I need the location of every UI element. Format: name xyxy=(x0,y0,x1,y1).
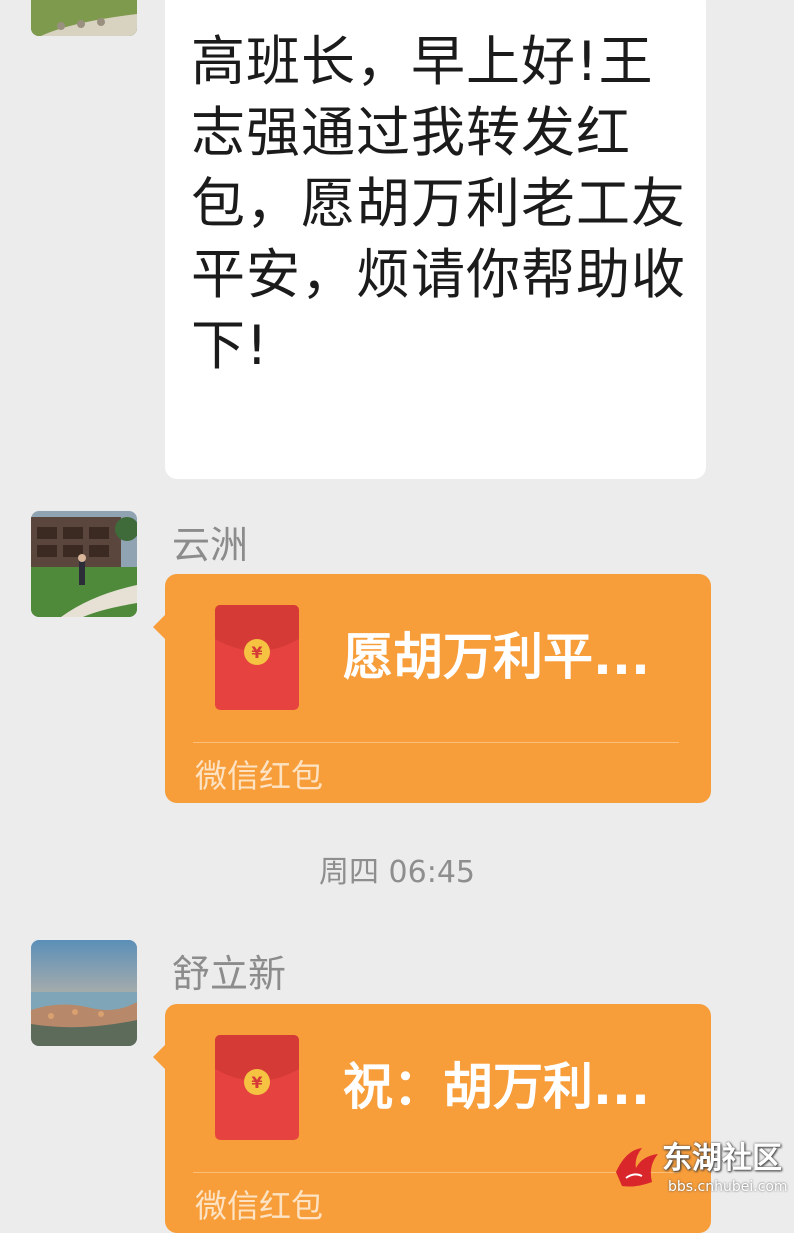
bubble-tail xyxy=(153,1044,166,1070)
chat-timestamp: 周四 06:45 xyxy=(319,855,475,890)
svg-text:¥: ¥ xyxy=(251,1073,262,1092)
red-packet-title: 祝：胡万利... xyxy=(343,1058,650,1116)
red-packet-card[interactable]: ¥ 愿胡万利平... 微信红包 xyxy=(153,574,711,803)
red-envelope-icon: ¥ xyxy=(215,605,299,710)
red-packet-label: 微信红包 xyxy=(195,757,324,795)
message-text: 高班长，早上好!王志强通过我转发红包，愿胡万利老工友平安，烦请你帮助收下! xyxy=(191,30,686,377)
avatar-shulixin[interactable] xyxy=(31,940,137,1046)
watermark-name: 东湖社区 xyxy=(662,1141,782,1176)
svg-text:¥: ¥ xyxy=(251,643,262,662)
sender-name: 云洲 xyxy=(172,523,249,567)
avatar-top-partial[interactable] xyxy=(31,0,137,36)
divider xyxy=(193,742,679,743)
divider xyxy=(193,1172,679,1173)
watermark-url: bbs.cnhubei.com xyxy=(668,1179,788,1195)
message-bubble-text[interactable]: 高班长，早上好!王志强通过我转发红包，愿胡万利老工友平安，烦请你帮助收下! xyxy=(165,0,706,479)
avatar-yunzhou[interactable] xyxy=(31,511,137,617)
watermark-logo-icon xyxy=(616,1148,658,1187)
red-envelope-icon: ¥ xyxy=(215,1035,299,1140)
bubble-tail xyxy=(153,614,166,640)
red-packet-title: 愿胡万利平... xyxy=(343,628,650,686)
site-watermark: 东湖社区 bbs.cnhubei.com xyxy=(612,1140,794,1200)
sender-name: 舒立新 xyxy=(172,952,287,996)
red-packet-label: 微信红包 xyxy=(195,1187,324,1225)
